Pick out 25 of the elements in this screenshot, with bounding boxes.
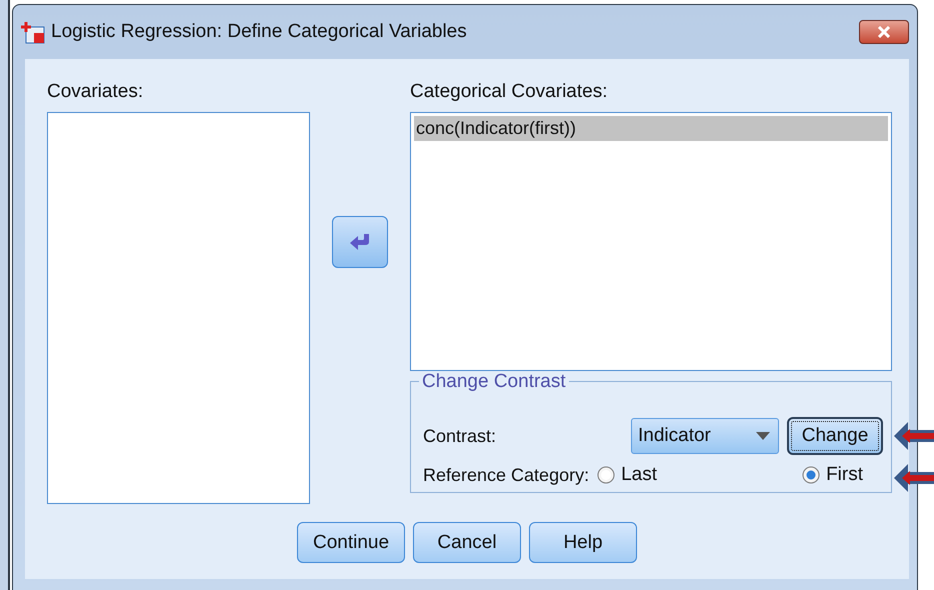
pointer-arrow-icon [894,422,934,450]
covariates-label: Covariates: [47,81,144,104]
radio-label[interactable]: Last [621,464,658,486]
categorical-covariates-label: Categorical Covariates: [410,81,608,104]
close-button[interactable] [859,20,909,44]
categorical-covariates-list[interactable]: conc(Indicator(first)) [410,112,892,371]
dialog-button[interactable]: Help [529,522,637,563]
contrast-dropdown[interactable]: Indicator [631,418,779,454]
contrast-label: Contrast: [423,426,496,446]
change-button[interactable]: Change [787,417,883,455]
window-title: Logistic Regression: Define Categorical Variables [51,21,468,43]
radio-button[interactable] [802,466,820,484]
table-icon [21,20,45,44]
list-item[interactable]: conc(Indicator(first)) [414,116,888,141]
pointer-arrow-icon [894,464,934,492]
move-button[interactable] [332,216,388,268]
radio-button[interactable] [597,466,616,484]
arrow-icon [349,233,371,251]
radio-label[interactable]: First [826,464,863,486]
dialog-button[interactable]: Cancel [413,522,521,563]
group-title: Change Contrast [419,371,569,393]
reference-category-label: Reference Category: [423,464,590,486]
close-icon [877,26,891,38]
dialog-button[interactable]: Continue [297,522,405,563]
dropdown-caret-icon [756,432,770,440]
